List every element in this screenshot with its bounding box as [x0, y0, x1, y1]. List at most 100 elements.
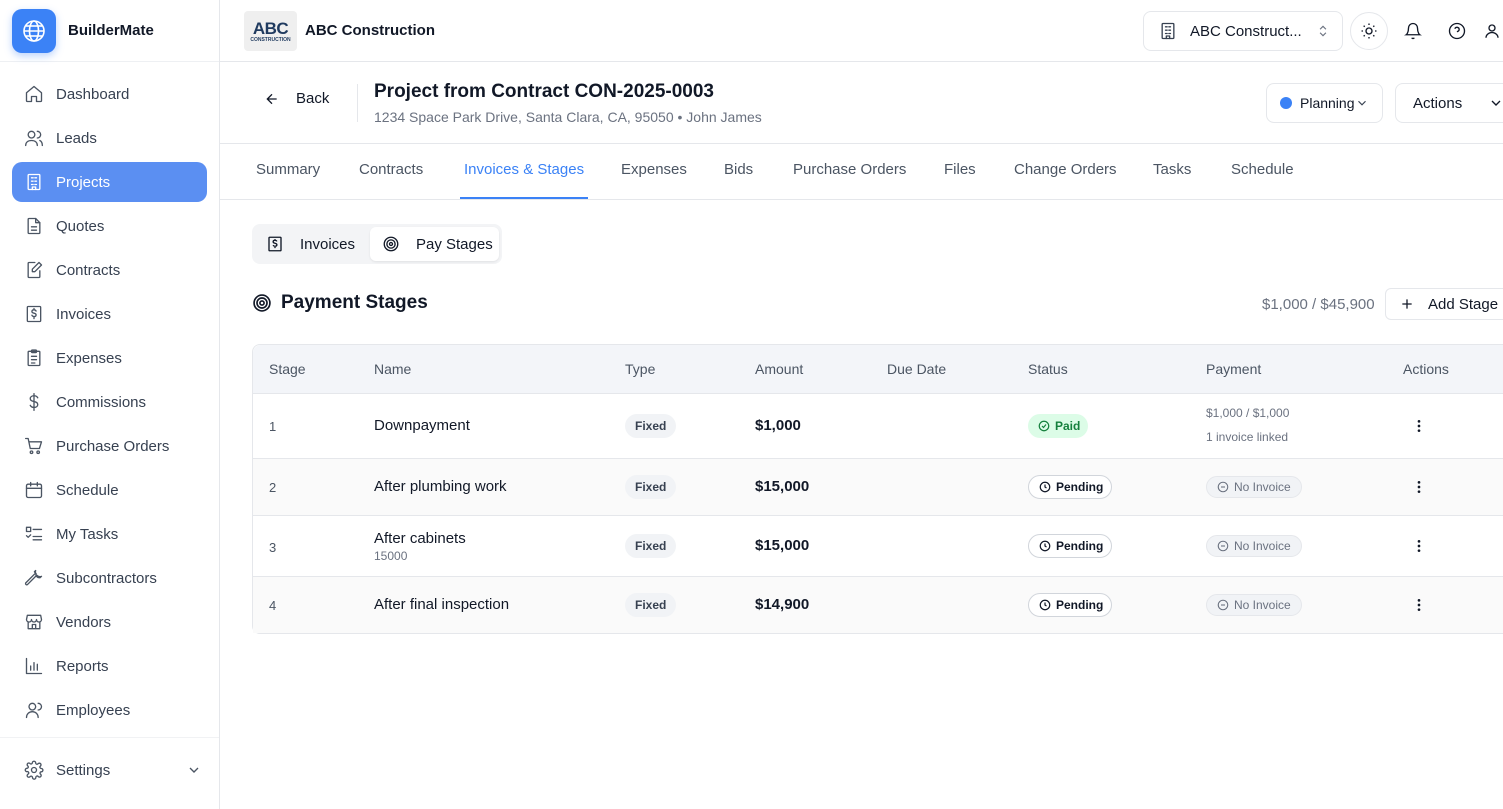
stage-number: 2 [269, 480, 277, 495]
row-actions-button[interactable] [1407, 534, 1431, 558]
tab-contracts[interactable]: Contracts [359, 144, 423, 199]
stage-number: 3 [269, 540, 277, 555]
sidebar-item-label: Contracts [56, 261, 121, 279]
building-icon [1161, 22, 1175, 40]
sidebar-item-employees[interactable]: Employees [12, 690, 207, 730]
notifications-button[interactable] [1393, 11, 1433, 51]
invoices-toggle[interactable]: Invoices [266, 227, 376, 261]
stage-amount: $15,000 [755, 478, 810, 495]
document-icon [27, 217, 41, 235]
help-button[interactable] [1437, 11, 1477, 51]
table-row[interactable]: 2 After plumbing work Fixed $15,000 Pend… [253, 459, 1503, 516]
row-actions-button[interactable] [1407, 414, 1431, 438]
tab-files[interactable]: Files [944, 144, 976, 199]
payment-totals: $1,000 / $45,900 [1262, 296, 1375, 313]
sidebar: BuilderMate Dashboard Leads Projects Quo… [0, 0, 220, 809]
sidebar-item-label: Settings [56, 761, 111, 779]
sidebar-item-expenses[interactable]: Expenses [12, 338, 207, 378]
sidebar-item-label: Leads [56, 129, 97, 147]
clipboard-icon [27, 349, 41, 367]
sun-icon [1361, 23, 1377, 39]
stage-number: 4 [269, 598, 277, 613]
tab-tasks[interactable]: Tasks [1153, 144, 1191, 199]
sidebar-item-contracts[interactable]: Contracts [12, 250, 207, 290]
status-badge: Pending [1028, 593, 1113, 617]
sidebar-item-label: My Tasks [56, 525, 119, 543]
sidebar-item-label: Schedule [56, 481, 119, 499]
sidebar-item-dashboard[interactable]: Dashboard [12, 74, 207, 114]
gear-icon [24, 760, 44, 780]
organization-select[interactable]: ABC Construct... [1143, 11, 1343, 51]
column-header-due-date: Due Date [887, 361, 947, 377]
row-actions-button[interactable] [1407, 475, 1431, 499]
tab-schedule[interactable]: Schedule [1231, 144, 1294, 199]
project-status-select[interactable]: Planning [1266, 83, 1383, 123]
tab-change-orders[interactable]: Change Orders [1014, 144, 1117, 199]
sidebar-item-label: Expenses [56, 349, 122, 367]
theme-toggle-button[interactable] [1350, 12, 1388, 50]
contract-icon [27, 261, 43, 279]
table-row[interactable]: 4 After final inspection Fixed $14,900 P… [253, 577, 1503, 633]
tab-bids[interactable]: Bids [724, 144, 753, 199]
sidebar-item-my-tasks[interactable]: My Tasks [12, 514, 207, 554]
sidebar-item-vendors[interactable]: Vendors [12, 602, 207, 642]
sidebar-item-settings[interactable]: Settings [12, 750, 202, 790]
add-stage-button[interactable]: Add Stage [1385, 288, 1503, 320]
column-header-actions: Actions [1403, 361, 1449, 377]
company-logo-text: ABC [252, 18, 289, 38]
tab-purchase-orders[interactable]: Purchase Orders [793, 144, 906, 199]
table-row[interactable]: 3 After cabinets 15000 Fixed $15,000 Pen… [253, 516, 1503, 577]
sidebar-item-label: Commissions [56, 393, 147, 411]
sidebar-item-projects[interactable]: Projects [12, 162, 207, 202]
sidebar-item-commissions[interactable]: Commissions [12, 382, 207, 422]
actions-label: Actions [1413, 94, 1463, 112]
project-subtitle: 1234 Space Park Drive, Santa Clara, CA, … [374, 109, 762, 125]
company-logo: ABC CONSTRUCTION [244, 10, 297, 51]
users-icon [25, 130, 43, 147]
brand: BuilderMate [0, 0, 219, 62]
sidebar-item-subcontractors[interactable]: Subcontractors [12, 558, 207, 598]
organization-select-value: ABC Construct... [1190, 22, 1302, 40]
calendar-icon [25, 481, 43, 499]
sidebar-item-quotes[interactable]: Quotes [12, 206, 207, 246]
tab-invoices-stages[interactable]: Invoices & Stages [460, 144, 589, 199]
table-row[interactable]: 1 Downpayment Fixed $1,000 Paid $1,000 /… [253, 394, 1503, 459]
status-label: Pending [1056, 598, 1104, 612]
chevron-down-icon [1491, 100, 1501, 106]
bell-icon [1404, 22, 1422, 40]
actions-button[interactable]: Actions [1395, 83, 1503, 123]
user-icon [1485, 24, 1499, 38]
type-badge: Fixed [625, 475, 677, 499]
clock-icon [1039, 540, 1051, 552]
stage-amount: $14,900 [755, 596, 810, 613]
stage-name: After plumbing work [374, 478, 507, 495]
back-button[interactable]: Back [264, 90, 329, 107]
pay-stages-toggle[interactable]: Pay Stages [370, 227, 499, 261]
sidebar-item-label: Employees [56, 701, 131, 719]
status-label: Pending [1056, 480, 1104, 494]
sidebar-item-label: Dashboard [56, 85, 130, 103]
type-badge: Fixed [625, 534, 677, 558]
user-menu-button[interactable] [1483, 11, 1503, 51]
tab-expenses[interactable]: Expenses [621, 144, 687, 199]
minus-circle-icon [1217, 540, 1229, 552]
building-icon [27, 173, 41, 191]
sidebar-item-schedule[interactable]: Schedule [12, 470, 207, 510]
stage-note: 15000 [374, 549, 408, 563]
stage-name-block: After cabinets 15000 [374, 530, 466, 563]
project-header: Back Project from Contract CON-2025-0003… [220, 62, 1503, 144]
back-label: Back [296, 90, 330, 107]
divider [0, 737, 219, 738]
row-actions-button[interactable] [1407, 593, 1431, 617]
sidebar-item-leads[interactable]: Leads [12, 118, 207, 158]
tab-summary[interactable]: Summary [256, 144, 320, 199]
app-logo-icon[interactable] [12, 8, 56, 53]
stage-amount: $1,000 [755, 417, 801, 434]
add-stage-label: Add Stage [1428, 295, 1499, 313]
sidebar-item-invoices[interactable]: Invoices [12, 294, 207, 334]
more-vertical-icon [1417, 599, 1421, 611]
sidebar-item-purchase-orders[interactable]: Purchase Orders [12, 426, 207, 466]
sidebar-item-reports[interactable]: Reports [12, 646, 207, 686]
payment-badge: No Invoice [1234, 480, 1291, 494]
invoice-icon [26, 305, 42, 323]
